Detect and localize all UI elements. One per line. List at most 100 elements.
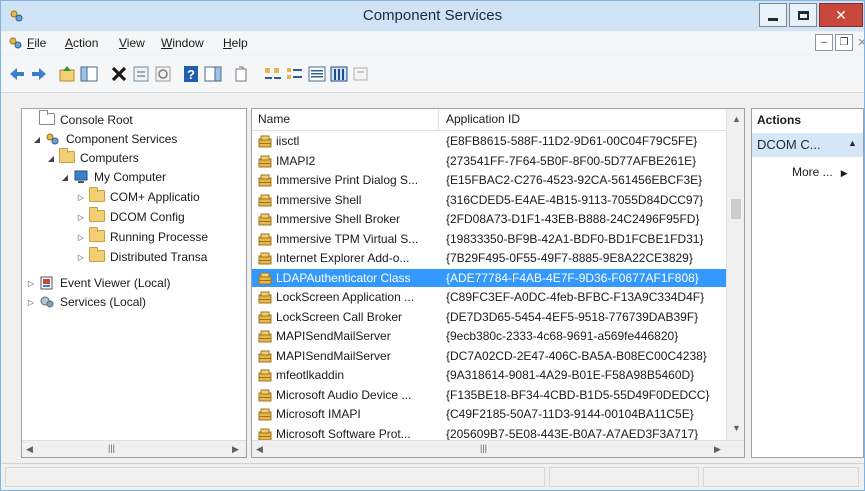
- maximize-button[interactable]: [789, 3, 817, 27]
- scroll-left-arrow-icon[interactable]: ◀: [256, 444, 263, 455]
- component-gear-icon: [258, 252, 272, 265]
- more-actions-item[interactable]: More ... ▶: [792, 165, 848, 179]
- properties-icon[interactable]: [131, 64, 151, 84]
- expanded-arrow-icon[interactable]: ◢: [46, 154, 56, 163]
- delete-icon[interactable]: [109, 64, 129, 84]
- scroll-grip-icon[interactable]: |||: [480, 443, 487, 453]
- component-gear-icon: [258, 330, 272, 343]
- list-item-application-id: {19833350-BF9B-42A1-BDF0-BD1FCBE1FD31}: [446, 231, 704, 246]
- scroll-left-arrow-icon[interactable]: ◀: [26, 444, 33, 455]
- collapsed-arrow-icon[interactable]: ▷: [76, 213, 86, 222]
- list-item[interactable]: IMAPI2 {273541FF-7F64-5B0F-8F00-5D77AFBE2…: [252, 152, 726, 170]
- expanded-arrow-icon[interactable]: ◢: [60, 173, 70, 182]
- tree-item-dcom-config[interactable]: ▷ DCOM Config: [76, 207, 185, 226]
- close-button[interactable]: ✕: [819, 3, 863, 27]
- tree-item-component-services[interactable]: ◢ Component Services: [32, 130, 177, 148]
- tree-item-console-root[interactable]: Console Root: [26, 110, 133, 129]
- collapsed-arrow-icon[interactable]: ▷: [76, 193, 86, 202]
- detail-view-icon[interactable]: [329, 64, 349, 84]
- tree-item-event-viewer[interactable]: ▷ Event Viewer (Local): [26, 274, 171, 292]
- list-item[interactable]: Immersive TPM Virtual S... {19833350-BF9B…: [252, 230, 726, 248]
- show-hide-console-tree-icon[interactable]: [79, 64, 99, 84]
- help-icon[interactable]: ?: [181, 64, 201, 84]
- collapse-up-icon[interactable]: ▲: [848, 138, 857, 148]
- list-horizontal-scrollbar[interactable]: ◀ ||| ▶: [252, 440, 744, 457]
- tree-item-running-processes[interactable]: ▷ Running Processe: [76, 227, 208, 246]
- list-item[interactable]: iisctl {E8FB8615-588F-11D2-9D61-00C04F79C…: [252, 132, 726, 150]
- large-icons-view-icon[interactable]: [263, 64, 283, 84]
- status-cell-main: [5, 467, 545, 487]
- list-item[interactable]: Microsoft IMAPI {C49F2185-50A7-11D3-9144-…: [252, 405, 726, 423]
- refresh-icon[interactable]: [153, 64, 173, 84]
- list-item[interactable]: LockScreen Call Broker {DE7D3D65-5454-4EF…: [252, 308, 726, 326]
- tree-item-my-computer[interactable]: ◢ My Computer: [60, 168, 166, 186]
- console-tree-pane[interactable]: Console Root ◢ Component Services ◢ Comp…: [21, 108, 247, 458]
- list-item[interactable]: LockScreen Application ... {C89FC3EF-A0DC…: [252, 288, 726, 306]
- collapsed-arrow-icon[interactable]: ▷: [26, 298, 36, 307]
- collapsed-arrow-icon[interactable]: ▷: [76, 233, 86, 242]
- list-item[interactable]: MAPISendMailServer {DC7A02CD-2E47-406C-BA…: [252, 347, 726, 365]
- mdi-close-button[interactable]: ✕: [855, 34, 864, 51]
- column-divider[interactable]: [438, 109, 439, 131]
- system-menu-icon[interactable]: [9, 36, 23, 50]
- tree-horizontal-scrollbar[interactable]: ◀ ||| ▶: [22, 440, 246, 457]
- list-item-name: LockScreen Call Broker: [276, 309, 403, 324]
- list-item[interactable]: LDAPAuthenticator Class {ADE77784-F4AB-4E…: [252, 268, 726, 287]
- folder-icon: [39, 110, 55, 127]
- up-one-level-icon[interactable]: [57, 64, 77, 84]
- column-header-application-id[interactable]: Application ID: [446, 112, 520, 126]
- configure-icon[interactable]: [351, 64, 371, 84]
- menu-action[interactable]: Action: [65, 36, 98, 50]
- scroll-grip-icon[interactable]: |||: [108, 443, 115, 453]
- small-icons-view-icon[interactable]: [285, 64, 305, 84]
- list-item-application-id: {E15FBAC2-C276-4523-92CA-561456EBCF3E}: [446, 173, 703, 187]
- list-item[interactable]: Microsoft Audio Device ... {F135BE18-BF34…: [252, 386, 726, 404]
- list-vertical-scrollbar[interactable]: ▲ ▼: [726, 109, 744, 440]
- toolbar: ?: [1, 55, 864, 93]
- actions-section-dcom-config[interactable]: DCOM C... ▲: [752, 133, 863, 157]
- component-services-icon: [46, 133, 59, 145]
- back-arrow-icon[interactable]: [7, 64, 27, 84]
- collapsed-arrow-icon[interactable]: ▷: [26, 279, 36, 288]
- list-item-application-id: {C49F2185-50A7-11D3-9144-00104BA11C5E}: [446, 407, 694, 421]
- mdi-restore-button[interactable]: ❐: [835, 34, 853, 51]
- list-item[interactable]: MAPISendMailServer {9ecb380c-2333-4c68-96…: [252, 327, 726, 345]
- scroll-up-arrow-icon[interactable]: ▲: [732, 114, 741, 124]
- scroll-right-arrow-icon[interactable]: ▶: [714, 444, 721, 455]
- title-bar[interactable]: Component Services ✕: [1, 1, 864, 31]
- list-item[interactable]: mfeotlkaddin {9A318614-9081-4A29-B01E-F58…: [252, 366, 726, 384]
- menu-help[interactable]: Help: [223, 36, 248, 50]
- minimize-button[interactable]: [759, 3, 787, 27]
- submenu-arrow-icon: ▶: [840, 168, 848, 178]
- detail-list-pane[interactable]: Name Application ID iisctl {E8FB8615-588F…: [251, 108, 745, 458]
- forward-arrow-icon[interactable]: [29, 64, 49, 84]
- scroll-thumb[interactable]: [731, 199, 741, 219]
- menu-view[interactable]: View: [119, 36, 145, 50]
- menu-window[interactable]: Window: [161, 36, 204, 50]
- show-hide-action-pane-icon[interactable]: [203, 64, 223, 84]
- mdi-minimize-button[interactable]: –: [815, 34, 833, 51]
- actions-title: Actions: [757, 113, 802, 127]
- tree-item-services-local[interactable]: ▷ Services (Local): [26, 293, 146, 311]
- tree-item-com-plus-applications[interactable]: ▷ COM+ Applicatio: [76, 187, 200, 206]
- tree-item-computers[interactable]: ◢ Computers: [46, 148, 139, 167]
- list-item[interactable]: Immersive Print Dialog S... {E15FBAC2-C27…: [252, 171, 726, 189]
- collapsed-arrow-icon[interactable]: ▷: [76, 253, 86, 262]
- list-item-name: Immersive Print Dialog S...: [276, 173, 419, 187]
- tree-item-distributed-transaction[interactable]: ▷ Distributed Transa: [76, 247, 207, 266]
- list-item[interactable]: Internet Explorer Add-o... {7B29F495-0F55…: [252, 249, 726, 267]
- list-item-application-id: {ADE77784-F4AB-4E7F-9D36-F0677AF1F808}: [446, 270, 699, 285]
- menu-file[interactable]: File: [27, 36, 46, 50]
- scroll-down-arrow-icon[interactable]: ▼: [732, 423, 741, 433]
- column-header-name[interactable]: Name: [258, 112, 290, 126]
- list-item-application-id: {C89FC3EF-A0DC-4feb-BFBC-F13A9C334D4F}: [446, 290, 705, 304]
- list-view-icon[interactable]: [307, 64, 327, 84]
- component-gear-icon: [258, 291, 272, 304]
- list-item[interactable]: Immersive Shell Broker {2FD08A73-D1F1-43E…: [252, 210, 726, 228]
- component-gear-icon: [258, 213, 272, 226]
- list-item-application-id: {E8FB8615-588F-11D2-9D61-00C04F79C5FE}: [446, 134, 698, 148]
- new-window-icon[interactable]: [231, 64, 251, 84]
- expanded-arrow-icon[interactable]: ◢: [32, 135, 42, 144]
- list-item[interactable]: Immersive Shell {316CDED5-E4AE-4B15-9113-…: [252, 191, 726, 209]
- scroll-right-arrow-icon[interactable]: ▶: [232, 444, 239, 455]
